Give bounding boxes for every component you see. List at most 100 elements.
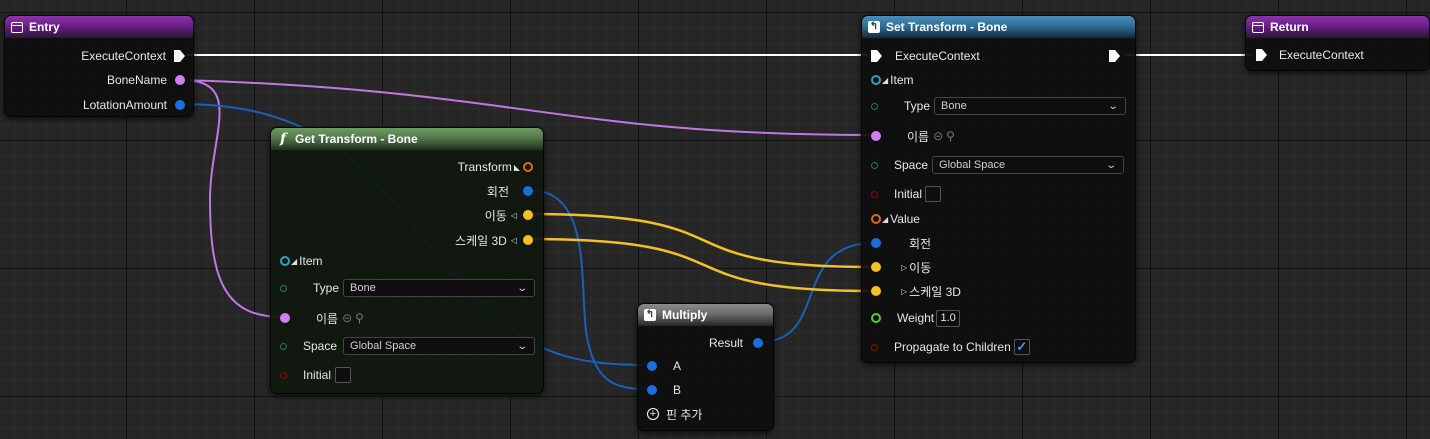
enum-pin-icon[interactable] [280,284,287,292]
multiply-pin-b[interactable]: B [647,381,681,399]
float-pin-icon[interactable] [647,385,657,395]
enum-pin-icon[interactable] [280,342,287,350]
collapse-arrow-icon[interactable]: ◁ [511,211,517,220]
set-transform-weight[interactable]: Weight 1.0 [871,309,961,327]
search-icon[interactable]: ⚲ [355,311,364,325]
set-transform-weight-label: Weight [897,311,935,325]
get-transform-out-rotation[interactable]: 회전 [487,182,533,200]
struct-pin-icon[interactable] [523,162,533,172]
multiply-pin-a-label: A [673,359,682,373]
get-transform-type-dropdown[interactable]: Bone ⌄ [343,279,536,297]
exec-pin-icon[interactable] [174,50,185,62]
get-transform-out-scale[interactable]: 스케일 3D ◁ [455,231,533,249]
expand-arrow-icon[interactable]: ◢ [882,76,888,85]
set-transform-name[interactable]: 이름 ⊝ ⚲ [871,127,955,145]
use-selected-icon[interactable]: ⊝ [342,311,352,325]
exec-out-pin-icon[interactable] [1109,50,1120,62]
get-transform-type[interactable]: Type Bone ⌄ [280,279,536,297]
set-transform-space[interactable]: Space Global Space ⌄ [871,156,1125,174]
set-transform-item[interactable]: ◢ Item [871,71,914,89]
get-transform-name[interactable]: 이름 ⊝ ⚲ [280,309,364,327]
set-transform-exec-in[interactable]: ExecuteContext [871,47,980,65]
chevron-down-icon: ⌄ [1106,100,1119,112]
name-pin-icon[interactable] [175,75,185,85]
set-transform-exec-label: ExecuteContext [895,49,980,63]
float-pin-icon[interactable] [647,361,657,371]
entry-pin-lotationamount[interactable]: LotationAmount [83,96,185,114]
multiply-add-pin-button[interactable]: + 핀 추가 [647,405,702,423]
collapse-arrow-icon[interactable]: ◁ [511,236,517,245]
return-node[interactable]: Return ExecuteContext [1245,15,1430,71]
set-transform-scale[interactable]: ▷ 스케일 3D [871,282,961,300]
expand-arrow-icon[interactable]: ◣ [514,163,520,172]
get-transform-out-transform[interactable]: Transform ◣ [458,158,533,176]
expand-arrow-icon[interactable]: ▷ [901,263,907,272]
multiply-pin-a[interactable]: A [647,357,681,375]
item-pin-icon[interactable] [280,256,290,266]
set-transform-translation[interactable]: ▷ 이동 [871,258,931,276]
set-transform-type-dropdown[interactable]: Bone ⌄ [934,97,1127,115]
float-weight-pin-icon[interactable] [871,313,881,323]
get-transform-header[interactable]: f Get Transform - Bone [271,128,543,150]
set-transform-value[interactable]: ◢ Value [871,210,920,228]
get-transform-out-translation[interactable]: 이동 ◁ [485,206,533,224]
entry-pin-bonename[interactable]: BoneName [107,71,185,89]
rigunit-icon: ↰ [868,21,880,33]
entry-pin-bonename-label: BoneName [106,73,167,87]
float-pin-icon[interactable] [871,238,881,248]
expand-arrow-icon[interactable]: ◢ [882,215,888,224]
get-transform-node[interactable]: f Get Transform - Bone Transform ◣ 회전 이동… [270,127,544,394]
set-transform-initial-checkbox[interactable] [925,186,942,202]
item-pin-icon[interactable] [871,75,881,85]
return-node-title: Return [1270,20,1309,34]
enum-pin-icon[interactable] [871,102,878,110]
exec-pin-icon[interactable] [1256,49,1267,61]
get-transform-item[interactable]: ◢ Item [280,252,323,270]
set-transform-propagate-checkbox[interactable]: ✓ [1013,339,1030,355]
return-exec-in[interactable]: ExecuteContext [1256,46,1364,64]
set-transform-rotation[interactable]: 회전 [871,234,931,252]
bool-pin-icon[interactable] [280,371,287,379]
use-selected-icon[interactable]: ⊝ [933,129,943,143]
set-transform-space-dropdown[interactable]: Global Space ⌄ [932,156,1125,174]
set-transform-weight-input[interactable]: 1.0 [936,309,961,327]
set-transform-header[interactable]: ↰ Set Transform - Bone [862,16,1135,38]
get-transform-initial-checkbox[interactable] [335,367,352,383]
expand-arrow-icon[interactable]: ▷ [901,287,907,296]
exec-pin-icon[interactable] [871,50,882,62]
multiply-node[interactable]: ↰ Multiply Result A B + 핀 추가 [637,303,774,431]
set-transform-node[interactable]: ↰ Set Transform - Bone ExecuteContext ◢ … [861,15,1136,363]
add-pin-icon[interactable]: + [647,408,659,420]
vector-pin-icon[interactable] [871,286,881,296]
return-node-header[interactable]: Return [1246,16,1429,38]
enum-pin-icon[interactable] [871,161,878,169]
name-pin-icon[interactable] [871,131,881,141]
name-pin-icon[interactable] [280,313,290,323]
multiply-header[interactable]: ↰ Multiply [638,304,773,326]
vector-pin-icon[interactable] [871,262,881,272]
bool-pin-icon[interactable] [871,190,878,198]
entry-pin-executecontext[interactable]: ExecuteContext [81,47,185,65]
set-transform-type[interactable]: Type Bone ⌄ [871,97,1127,115]
set-transform-initial[interactable]: Initial [871,185,942,203]
float-pin-icon[interactable] [523,186,533,196]
multiply-result[interactable]: Result [709,334,763,352]
multiply-pin-b-label: B [673,383,682,397]
entry-node[interactable]: Entry ExecuteContext BoneName LotationAm… [4,15,194,117]
float-pin-icon[interactable] [175,100,185,110]
search-icon[interactable]: ⚲ [946,129,955,143]
expand-arrow-icon[interactable]: ◢ [291,257,297,266]
set-transform-propagate[interactable]: Propagate to Children ✓ [871,338,1030,356]
vector-pin-icon[interactable] [523,210,533,220]
get-transform-space[interactable]: Space Global Space ⌄ [280,337,536,355]
entry-node-header[interactable]: Entry [5,16,193,38]
wire-result-set-rotation [759,242,875,343]
bool-pin-icon[interactable] [871,343,878,351]
vector-pin-icon[interactable] [523,235,533,245]
float-pin-icon[interactable] [753,338,763,348]
get-transform-initial[interactable]: Initial [280,366,352,384]
set-transform-rotation-label: 회전 [909,236,932,251]
function-entry-icon [11,21,23,33]
struct-pin-icon[interactable] [871,214,881,224]
get-transform-space-dropdown[interactable]: Global Space ⌄ [343,337,536,355]
